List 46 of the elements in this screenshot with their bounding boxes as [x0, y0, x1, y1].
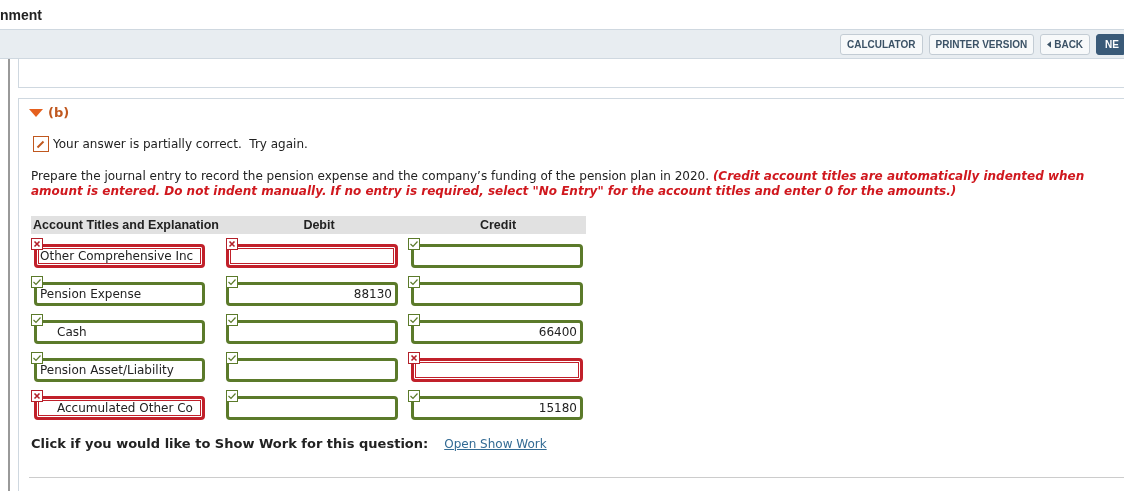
- check-icon: [226, 390, 238, 402]
- check-icon: [31, 352, 43, 364]
- check-icon: [31, 276, 43, 288]
- amount-field[interactable]: [226, 320, 398, 344]
- check-icon: [226, 314, 238, 326]
- check-icon: [226, 276, 238, 288]
- amount-field[interactable]: [411, 358, 583, 382]
- show-work-label: Click if you would like to Show Work for this question:: [31, 436, 429, 451]
- instruction-text: Prepare the journal entry to record the pension expense and the company’s funding of the pension plan in 2020. (Credit account titles are automatically indented when amount is entered. Do not indent manually. If no entry is required, select "No Entry" for the account titles and enter 0 for the amounts.): [31, 169, 1086, 199]
- toolbar-button[interactable]: CALCULATOR: [840, 33, 923, 55]
- next-button[interactable]: NE: [1096, 33, 1124, 55]
- column-header: Debit: [302, 218, 336, 232]
- cross-icon: [408, 352, 420, 364]
- amount-field[interactable]: [226, 244, 398, 268]
- amount-field[interactable]: [411, 244, 583, 268]
- show-work-link[interactable]: Open Show Work: [444, 437, 547, 451]
- amount-field[interactable]: [411, 282, 583, 306]
- cross-icon: [226, 238, 238, 250]
- account-field[interactable]: Pension Expense: [34, 282, 205, 306]
- collapse-icon[interactable]: [29, 108, 43, 117]
- caret-icon: [1047, 40, 1052, 48]
- part-label: (b): [48, 105, 70, 120]
- check-icon: [31, 314, 43, 326]
- cross-icon: [31, 238, 43, 250]
- page-title: nment: [0, 6, 42, 23]
- account-field[interactable]: Cash: [34, 320, 205, 344]
- amount-field[interactable]: 15180: [411, 396, 583, 420]
- column-header: Credit: [478, 218, 518, 232]
- pencil-icon: [33, 136, 49, 152]
- check-icon: [408, 314, 420, 326]
- account-field[interactable]: Pension Asset/Liability: [34, 358, 205, 382]
- amount-field[interactable]: 88130: [226, 282, 398, 306]
- feedback-text: Your answer is partially correct. Try again.: [53, 137, 308, 151]
- check-icon: [408, 238, 420, 250]
- toolbar-button[interactable]: PRINTER VERSION: [928, 33, 1035, 55]
- amount-field[interactable]: 66400: [411, 320, 583, 344]
- amount-field[interactable]: [226, 358, 398, 382]
- cross-icon: [31, 390, 43, 402]
- amount-field[interactable]: [226, 396, 398, 420]
- check-icon: [408, 276, 420, 288]
- account-field[interactable]: Other Comprehensive Inc: [34, 244, 205, 268]
- check-icon: [226, 352, 238, 364]
- back-button[interactable]: BACK: [1040, 33, 1091, 55]
- column-header: Account Titles and Explanation: [32, 218, 220, 232]
- check-icon: [408, 390, 420, 402]
- account-field[interactable]: Accumulated Other Co: [34, 396, 205, 420]
